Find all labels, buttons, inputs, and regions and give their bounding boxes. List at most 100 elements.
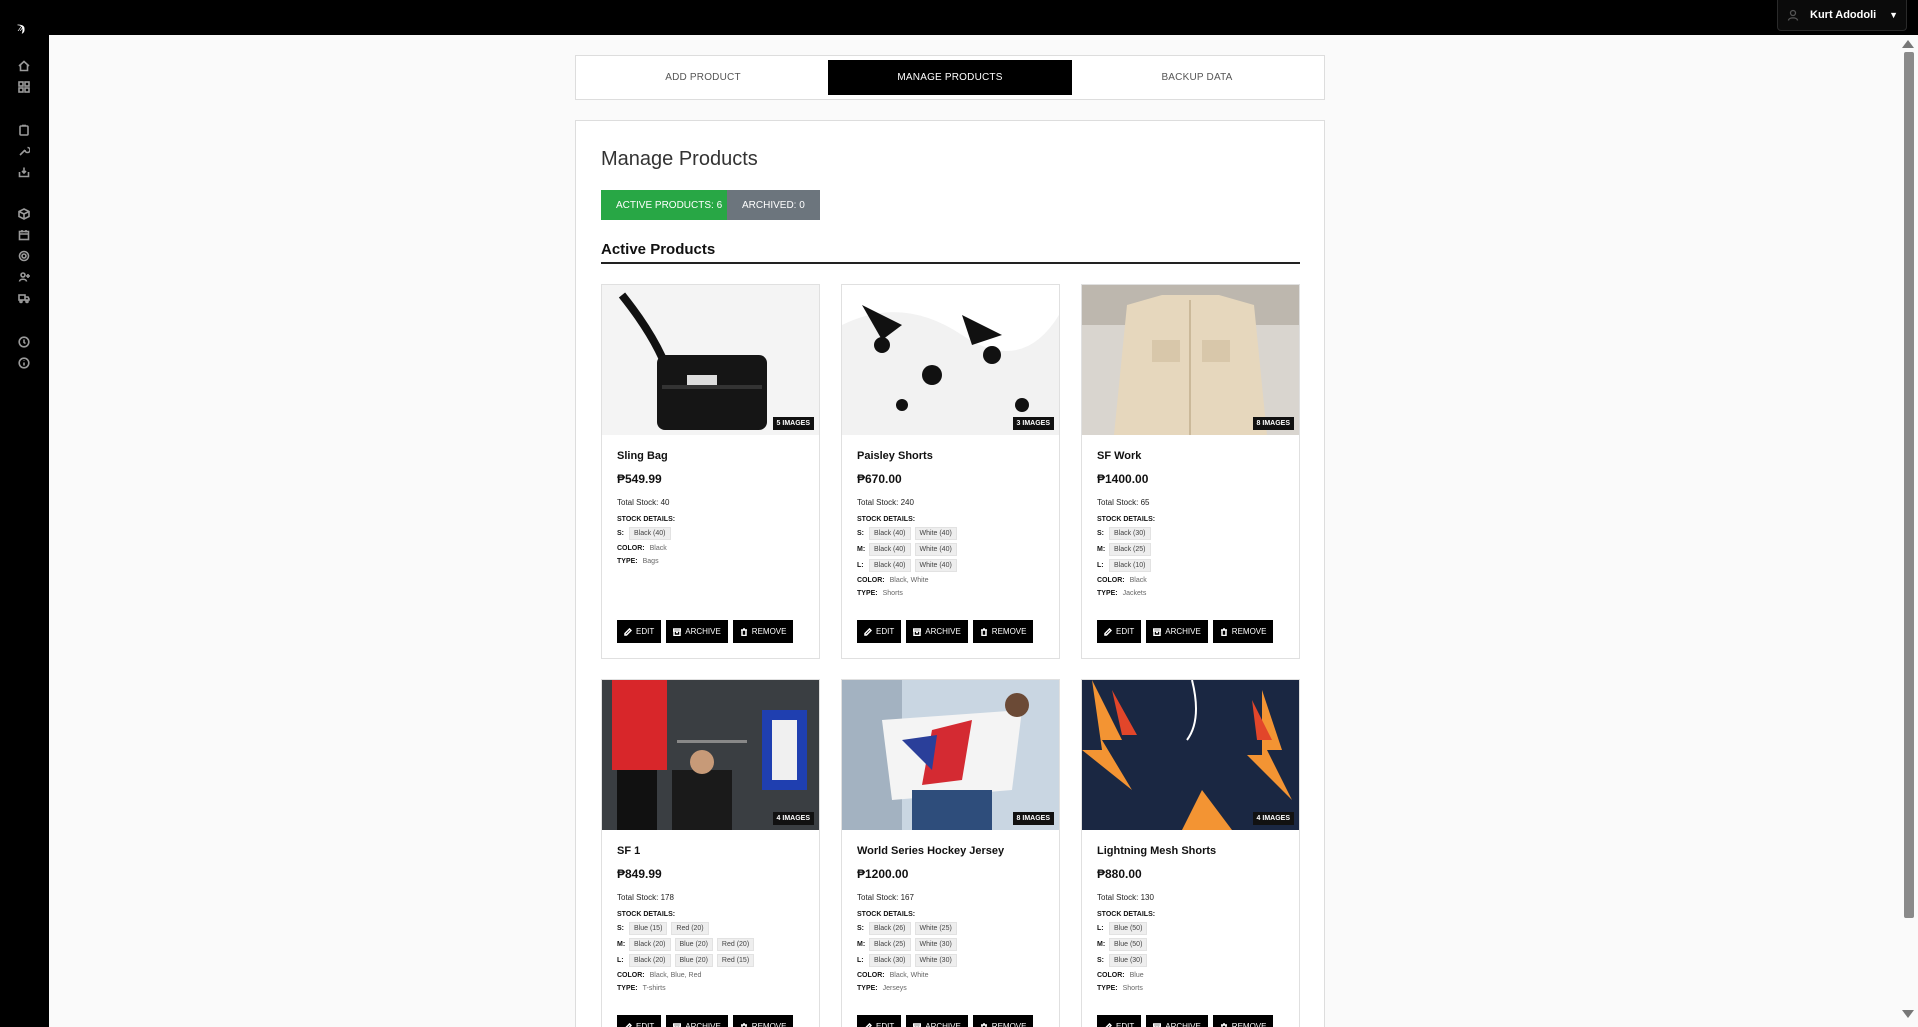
stock-chip: Blue (50) (1109, 921, 1148, 935)
user-menu[interactable]: Kurt Adodoli ▼ (1777, 0, 1907, 31)
tab-backup-data[interactable]: BACKUP DATA (1075, 60, 1319, 95)
archive-icon (1153, 627, 1162, 636)
stock-chip: Red (20) (671, 921, 709, 935)
product-price: ₱1200.00 (857, 867, 909, 881)
product-card: 8 IMAGES SF Work ₱1400.00 Total Stock: 6… (1081, 284, 1300, 659)
remove-button[interactable]: REMOVE (732, 620, 794, 643)
remove-button[interactable]: REMOVE (1212, 1015, 1274, 1027)
box-icon[interactable] (17, 207, 31, 221)
truck-icon[interactable] (17, 291, 31, 305)
stock-chip: White (30) (914, 937, 957, 951)
edit-button[interactable]: EDIT (617, 620, 662, 643)
product-image[interactable]: 4 IMAGES (602, 680, 819, 830)
grid-icon[interactable] (17, 80, 31, 94)
stock-details-heading: STOCK DETAILS: (857, 516, 916, 523)
edit-icon (624, 627, 632, 636)
help-icon[interactable] (17, 335, 31, 349)
color-value: Black (1129, 577, 1147, 584)
type-row: TYPE: Shorts (857, 590, 1044, 597)
archived-products-button[interactable]: ARCHIVED: 0 (727, 190, 820, 220)
calendar-icon[interactable] (17, 228, 31, 242)
size-row: M: Black (25) White (30) (857, 937, 1044, 951)
product-price: ₱670.00 (857, 472, 902, 486)
tab-add-product[interactable]: ADD PRODUCT (581, 60, 825, 95)
remove-button[interactable]: REMOVE (732, 1015, 794, 1027)
size-label: S: (617, 924, 624, 932)
trash-icon (740, 627, 747, 636)
wrench-icon[interactable] (17, 144, 31, 158)
size-label: S: (1097, 956, 1104, 964)
archive-button[interactable]: ARCHIVE (1146, 620, 1208, 643)
image-count-badge: 4 IMAGES (1252, 812, 1294, 825)
stock-chip: White (25) (914, 921, 957, 935)
edit-label: EDIT (636, 1022, 655, 1027)
scroll-down-arrow-icon[interactable] (1902, 1010, 1914, 1018)
archive-button[interactable]: ARCHIVE (1146, 1015, 1208, 1027)
stock-chip: Black (40) (869, 526, 911, 540)
total-stock: Total Stock: 178 (617, 893, 674, 902)
product-card: 3 IMAGES Paisley Shorts ₱670.00 Total St… (841, 284, 1060, 659)
size-label: L: (857, 956, 864, 964)
size-row: L: Black (20) Blue (20) Red (15) (617, 953, 804, 967)
product-card: 8 IMAGES World Series Hockey Jersey ₱120… (841, 679, 1060, 1027)
trash-icon (1220, 627, 1227, 636)
product-image[interactable]: 3 IMAGES (842, 285, 1059, 435)
stock-details-heading: STOCK DETAILS: (857, 911, 916, 918)
archive-button[interactable]: ARCHIVE (666, 1015, 728, 1027)
total-stock: Total Stock: 130 (1097, 893, 1154, 902)
active-products-button[interactable]: ACTIVE PRODUCTS: 6 (601, 190, 738, 220)
archive-icon (913, 627, 922, 636)
product-grid: 5 IMAGES Sling Bag ₱549.99 Total Stock: … (601, 284, 1301, 1027)
brand-logo[interactable]: ϡ (17, 20, 31, 34)
size-row: L: Black (10) (1097, 558, 1284, 572)
edit-button[interactable]: EDIT (1097, 620, 1142, 643)
color-row: COLOR: Black, White (857, 972, 1044, 979)
edit-button[interactable]: EDIT (857, 1015, 902, 1027)
color-label: COLOR: (617, 545, 645, 552)
product-photo (602, 285, 819, 435)
scrollbar-thumb[interactable] (1904, 52, 1914, 918)
edit-button[interactable]: EDIT (857, 620, 902, 643)
product-details: SF Work ₱1400.00 Total Stock: 65 STOCK D… (1082, 435, 1299, 597)
edit-button[interactable]: EDIT (1097, 1015, 1142, 1027)
size-label: M: (1097, 940, 1106, 948)
type-label: TYPE: (1097, 590, 1118, 597)
archive-label: ARCHIVE (1165, 627, 1201, 636)
edit-button[interactable]: EDIT (617, 1015, 662, 1027)
stock-chip: Black (20) (629, 937, 671, 951)
scroll-up-arrow-icon[interactable] (1902, 40, 1914, 48)
tab-manage-products[interactable]: MANAGE PRODUCTS (828, 60, 1072, 95)
product-image[interactable]: 8 IMAGES (1082, 285, 1299, 435)
settings-icon[interactable] (17, 249, 31, 263)
size-row: S: Black (26) White (25) (857, 921, 1044, 935)
archive-button[interactable]: ARCHIVE (906, 1015, 968, 1027)
archive-button[interactable]: ARCHIVE (906, 620, 968, 643)
size-label: S: (857, 529, 864, 537)
edit-label: EDIT (876, 1022, 895, 1027)
archive-button[interactable]: ARCHIVE (666, 620, 728, 643)
size-row: L: Black (30) White (30) (857, 953, 1044, 967)
total-stock: Total Stock: 167 (857, 893, 914, 902)
clipboard-icon[interactable] (17, 123, 31, 137)
remove-button[interactable]: REMOVE (1212, 620, 1274, 643)
type-value: Shorts (882, 590, 903, 597)
remove-label: REMOVE (991, 1022, 1027, 1027)
remove-button[interactable]: REMOVE (972, 620, 1034, 643)
type-row: TYPE: T-shirts (617, 985, 804, 992)
size-row: S: Black (40) White (40) (857, 526, 1044, 540)
product-image[interactable]: 8 IMAGES (842, 680, 1059, 830)
type-label: TYPE: (857, 590, 878, 597)
stock-chip: White (40) (914, 526, 957, 540)
add-user-icon[interactable] (17, 270, 31, 284)
remove-button[interactable]: REMOVE (972, 1015, 1034, 1027)
product-image[interactable]: 5 IMAGES (602, 285, 819, 435)
color-value: Black, Blue, Red (649, 972, 702, 979)
color-value: Black, White (889, 972, 929, 979)
product-name: Paisley Shorts (857, 450, 933, 462)
info-icon[interactable] (17, 356, 31, 370)
inbox-icon[interactable] (17, 165, 31, 179)
product-photo (1082, 680, 1299, 830)
home-icon[interactable] (17, 59, 31, 73)
archive-label: ARCHIVE (1165, 1022, 1201, 1027)
product-image[interactable]: 4 IMAGES (1082, 680, 1299, 830)
